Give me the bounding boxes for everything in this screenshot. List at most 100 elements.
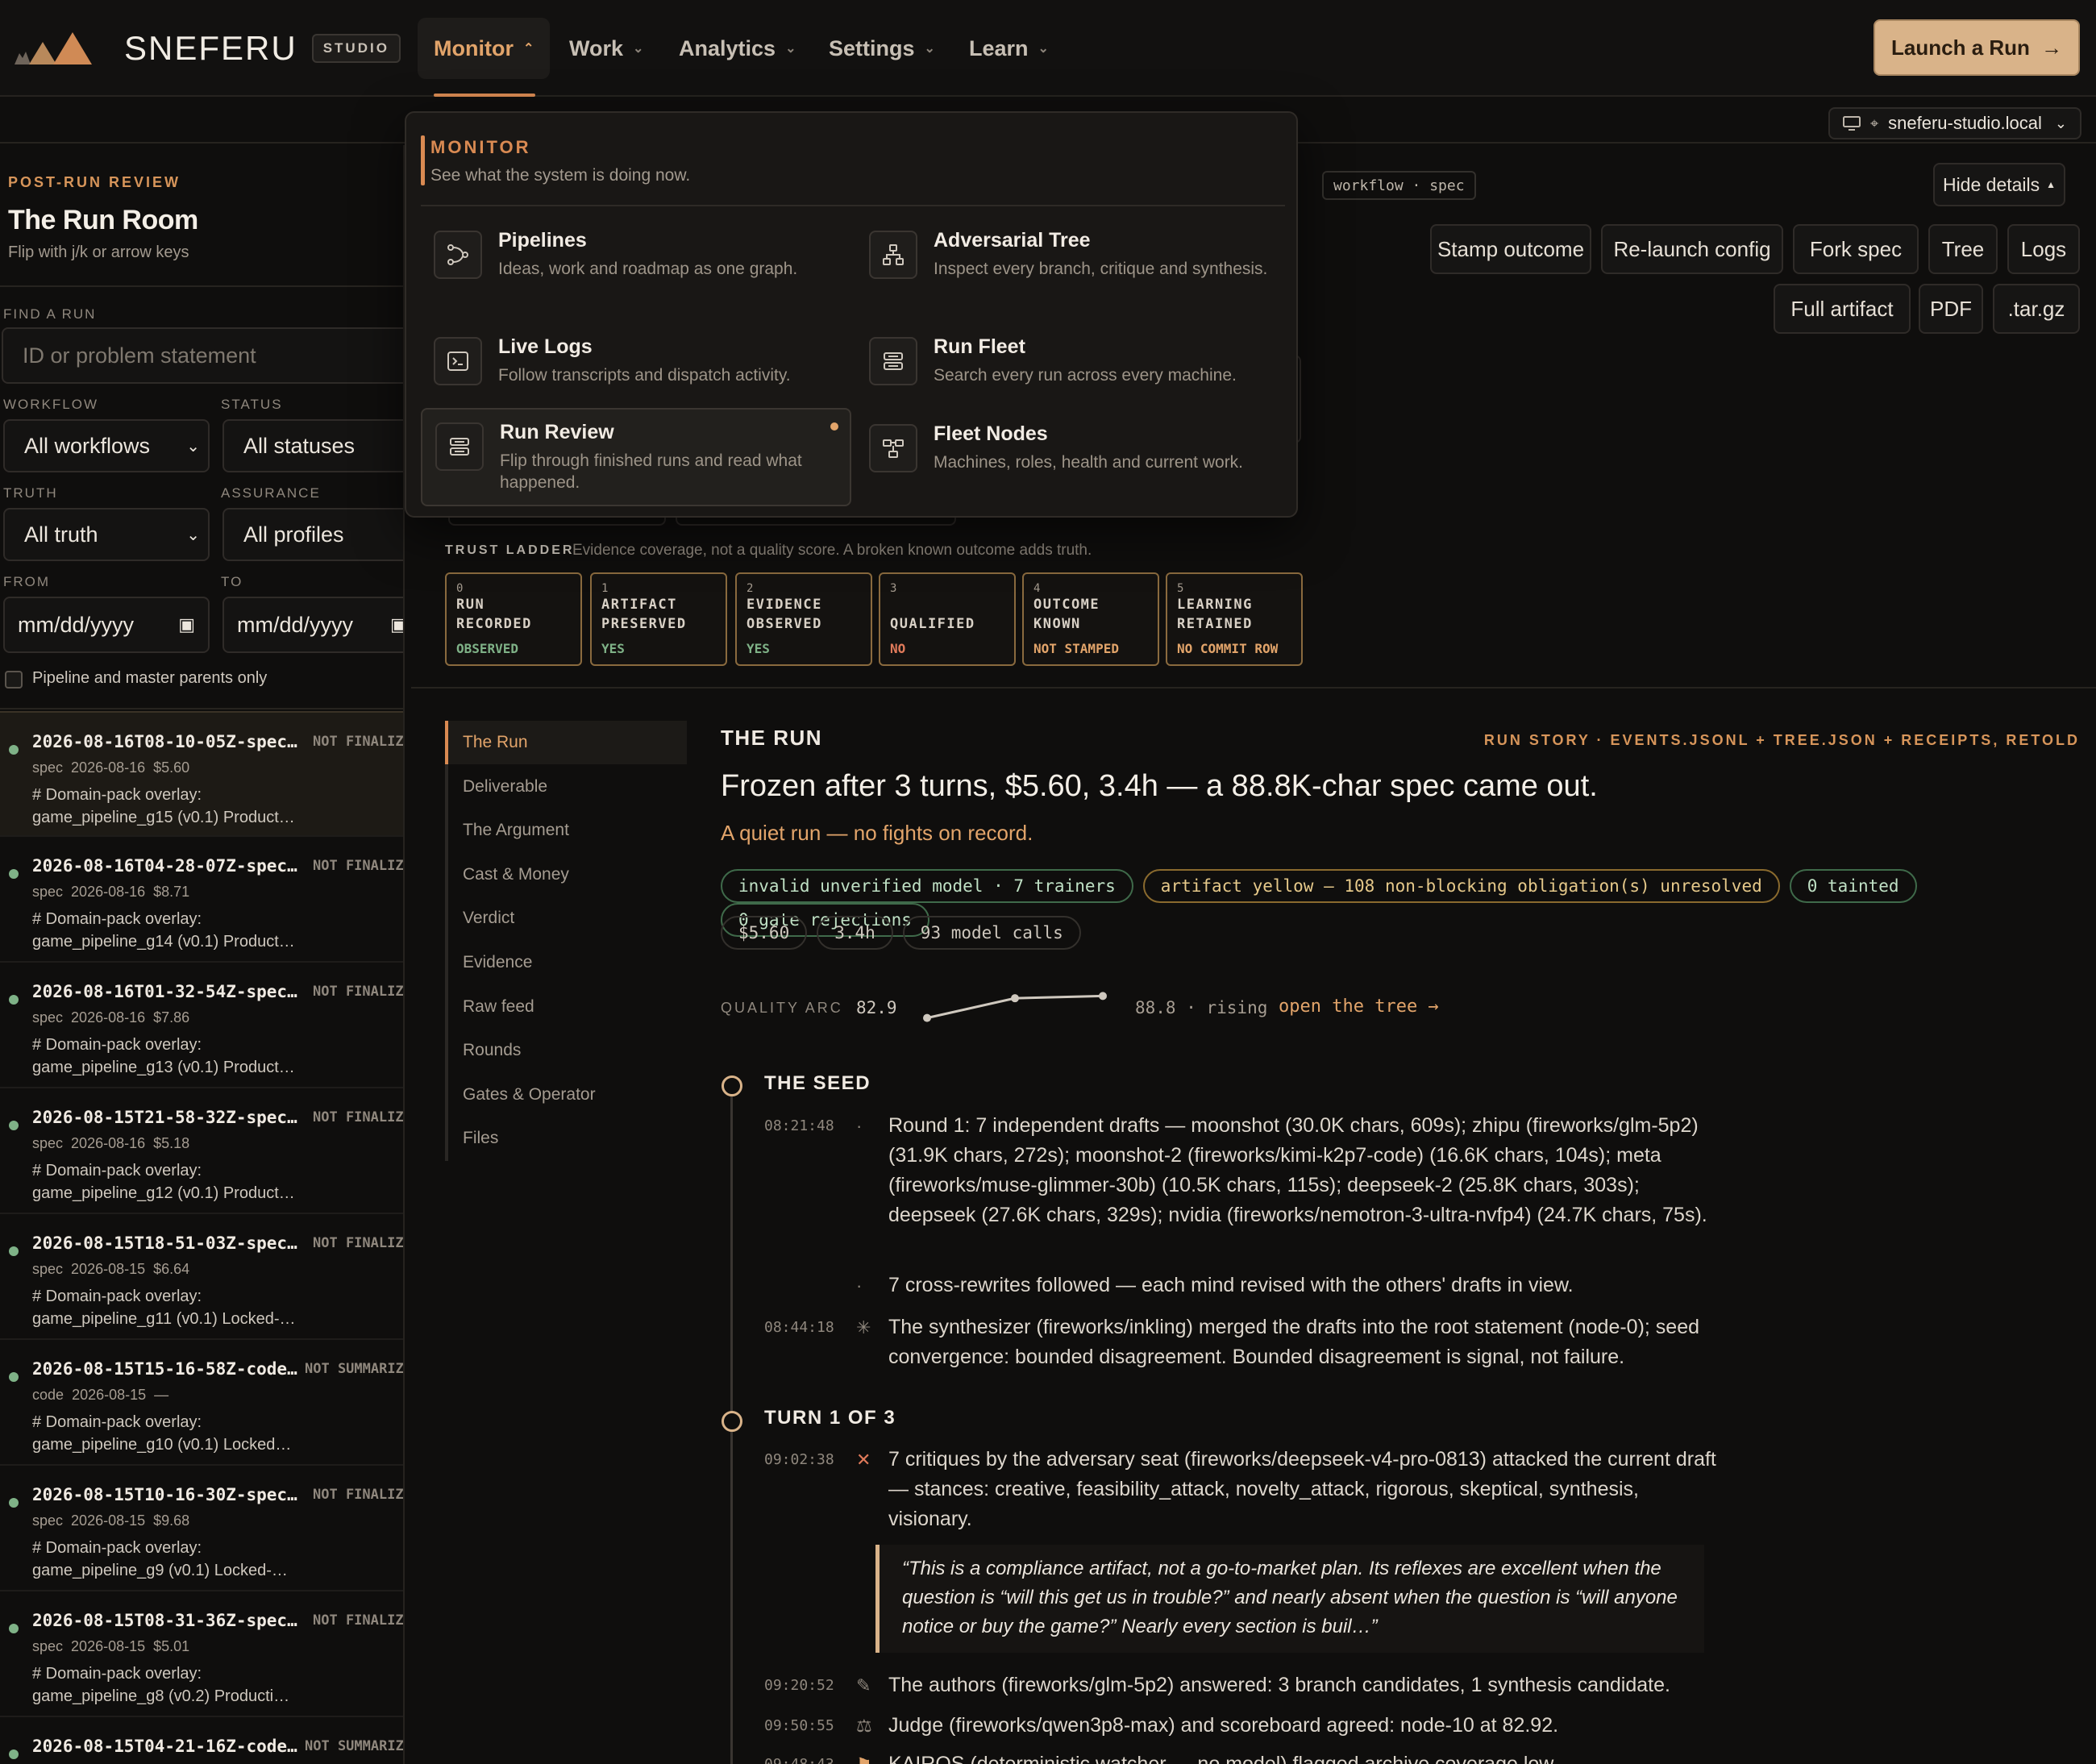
run-list-item[interactable]: 2026-08-15T10-16-30Z-spec-4… NOT FINALIZ s…	[0, 1464, 403, 1590]
run-date: 2026-08-15	[71, 1512, 146, 1529]
run-cost: $8.71	[153, 884, 190, 900]
trust-rung: 1 ARTIFACT PRESERVED YES	[590, 572, 727, 666]
nodes-icon	[869, 424, 917, 472]
tab-files[interactable]: Files	[445, 1117, 687, 1160]
tab-evidence[interactable]: Evidence	[445, 941, 687, 984]
targz-button[interactable]: .tar.gz	[1993, 284, 2080, 334]
to-date-input[interactable]: mm/dd/yyyy ▣	[222, 597, 403, 653]
chip-model: invalid unverified model · 7 trainers	[721, 869, 1133, 903]
nav-monitor[interactable]: Monitor ⌃	[418, 18, 551, 79]
hide-details-button[interactable]: Hide details ▲	[1933, 163, 2065, 206]
open-tree-link[interactable]: open the tree →	[1279, 996, 1439, 1017]
event-text: The synthesizer (fireworks/inkling) merg…	[888, 1316, 1700, 1368]
menu-item-adversarial-tree[interactable]: Adversarial Tree Inspect every branch, c…	[856, 218, 1287, 314]
menu-item-run-fleet[interactable]: Run Fleet Search every run across every …	[856, 324, 1287, 421]
caret-up-icon: ▲	[2046, 179, 2056, 190]
menu-item-pipelines[interactable]: Pipelines Ideas, work and roadmap as one…	[421, 218, 851, 314]
tab-the-run[interactable]: The Run	[445, 721, 687, 764]
run-kind: spec	[32, 1135, 64, 1151]
run-overlay-line: # Domain-pack overlay:	[32, 1162, 202, 1179]
menu-item-run-review[interactable]: Run Review Flip through finished runs an…	[421, 408, 851, 506]
chevron-down-icon: ⌄	[1038, 42, 1049, 56]
parents-only-checkbox[interactable]	[5, 671, 23, 689]
truth-select-value: All truth	[24, 522, 98, 547]
cross-icon: ✕	[856, 1450, 871, 1470]
run-list-item[interactable]: 2026-08-16T01-32-54Z-spec-b… NOT FINALIZ s…	[0, 961, 403, 1087]
host-selector[interactable]: ⌖ sneferu-studio.local ⌄	[1828, 107, 2081, 139]
run-list-item[interactable]: 2026-08-16T08-10-05Z-spec-1… NOT FINALIZ s…	[0, 711, 403, 837]
brand[interactable]: SNEFERU STUDIO	[15, 24, 401, 73]
nav-learn[interactable]: Learn ⌄	[953, 18, 1065, 79]
tab-cast-money[interactable]: Cast & Money	[445, 853, 687, 897]
run-kind: spec	[32, 1512, 64, 1529]
tab-rounds[interactable]: Rounds	[445, 1029, 687, 1072]
run-headline: Frozen after 3 turns, $5.60, 3.4h — a 88…	[721, 769, 1598, 803]
rung-label: RETAINED	[1177, 616, 1253, 632]
dot-icon: ·	[856, 1275, 863, 1296]
divider	[0, 285, 403, 287]
status-dot	[9, 1498, 19, 1508]
nav-learn-label: Learn	[969, 35, 1029, 60]
relaunch-config-button[interactable]: Re-launch config	[1601, 224, 1783, 274]
run-story-source: RUN STORY · EVENTS.JSONL + TREE.JSON + R…	[1483, 732, 2080, 748]
truth-select[interactable]: All truth ⌄	[3, 508, 210, 561]
run-list-item[interactable]: 2026-08-15T04-21-16Z-code-… NOT SUMMARIZ	[0, 1716, 403, 1764]
run-overlay-line: # Domain-pack overlay:	[32, 1413, 202, 1431]
event-time: 08:21:48	[764, 1117, 834, 1134]
workflow-select[interactable]: All workflows ⌄	[3, 419, 210, 472]
quality-arc-point	[1011, 994, 1019, 1003]
menu-item-live-logs[interactable]: Live Logs Follow transcripts and dispatc…	[421, 324, 851, 421]
run-list-item[interactable]: 2026-08-16T04-28-07Z-spec-a… NOT FINALIZ s…	[0, 835, 403, 961]
event-time: 08:44:18	[764, 1319, 834, 1336]
stamp-outcome-button[interactable]: Stamp outcome	[1430, 224, 1591, 274]
sidebar-hint: Flip with j/k or arrow keys	[8, 243, 189, 261]
run-date: 2026-08-16	[71, 1135, 146, 1151]
active-dot	[830, 422, 838, 431]
logs-button[interactable]: Logs	[2007, 224, 2080, 274]
run-date: 2026-08-15	[72, 1387, 147, 1403]
nav-settings-label: Settings	[829, 35, 915, 60]
launch-run-button[interactable]: Launch a Run →	[1874, 19, 2080, 76]
event-text: The authors (fireworks/glm-5p2) answered…	[888, 1674, 1670, 1696]
menu-item-desc: Flip through finished runs and read what…	[500, 451, 802, 492]
nav-work-label: Work	[569, 35, 624, 60]
chevron-down-icon: ⌄	[633, 42, 644, 56]
full-artifact-button[interactable]: Full artifact	[1774, 284, 1911, 334]
run-list-item[interactable]: 2026-08-15T18-51-03Z-spec-f… NOT FINALIZ s…	[0, 1213, 403, 1338]
chevron-up-icon: ⌃	[522, 42, 534, 56]
event-text: KAIROS (deterministic watcher — no model…	[888, 1753, 1580, 1764]
menu-item-desc: Machines, roles, health and current work…	[934, 453, 1244, 472]
pdf-button[interactable]: PDF	[1919, 284, 1983, 334]
run-date: 2026-08-15	[71, 1261, 146, 1277]
sidebar-title: The Run Room	[8, 205, 198, 235]
run-title: 2026-08-15T15-16-58Z-code-…	[32, 1359, 303, 1379]
find-run-input[interactable]: ID or problem statement	[2, 327, 403, 384]
fork-spec-button[interactable]: Fork spec	[1793, 224, 1919, 274]
run-list-item[interactable]: 2026-08-15T21-58-32Z-spec-3… NOT FINALIZ s…	[0, 1087, 403, 1213]
run-cost: $7.86	[153, 1009, 190, 1026]
run-list-item[interactable]: 2026-08-15T08-31-36Z-spec-7… NOT FINALIZ s…	[0, 1590, 403, 1716]
workflow-tag: workflow · spec	[1322, 171, 1476, 200]
run-overlay: # Domain-pack overlay: game_pipeline_g10 …	[32, 1411, 298, 1456]
menu-item-fleet-nodes[interactable]: Fleet Nodes Machines, roles, health and …	[856, 411, 1287, 508]
trust-rung: 2 EVIDENCE OBSERVED YES	[735, 572, 872, 666]
tab-raw-feed[interactable]: Raw feed	[445, 985, 687, 1029]
tab-the-argument[interactable]: The Argument	[445, 809, 687, 852]
rung-label: RUN	[456, 597, 485, 613]
nav-settings[interactable]: Settings ⌄	[813, 18, 951, 79]
run-list-item[interactable]: 2026-08-15T15-16-58Z-code-… NOT SUMMARIZ c…	[0, 1338, 403, 1464]
from-date-input[interactable]: mm/dd/yyyy ▣	[3, 597, 210, 653]
menu-item-title: Fleet Nodes	[934, 422, 1048, 445]
assurance-select[interactable]: All profiles	[222, 508, 403, 561]
nav-analytics[interactable]: Analytics ⌄	[663, 18, 812, 79]
timeline-node	[722, 1411, 742, 1432]
tab-verdict[interactable]: Verdict	[445, 897, 687, 940]
menu-item-desc: Ideas, work and roadmap as one graph.	[498, 260, 798, 278]
tab-gates-operator[interactable]: Gates & Operator	[445, 1073, 687, 1117]
asterisk-icon: ✳	[856, 1317, 871, 1338]
tree-button[interactable]: Tree	[1928, 224, 1998, 274]
nav-work[interactable]: Work ⌄	[553, 18, 659, 79]
run-overlay-line: # Domain-pack overlay:	[32, 910, 202, 928]
tab-deliverable[interactable]: Deliverable	[445, 765, 687, 809]
status-select[interactable]: All statuses	[222, 419, 403, 472]
